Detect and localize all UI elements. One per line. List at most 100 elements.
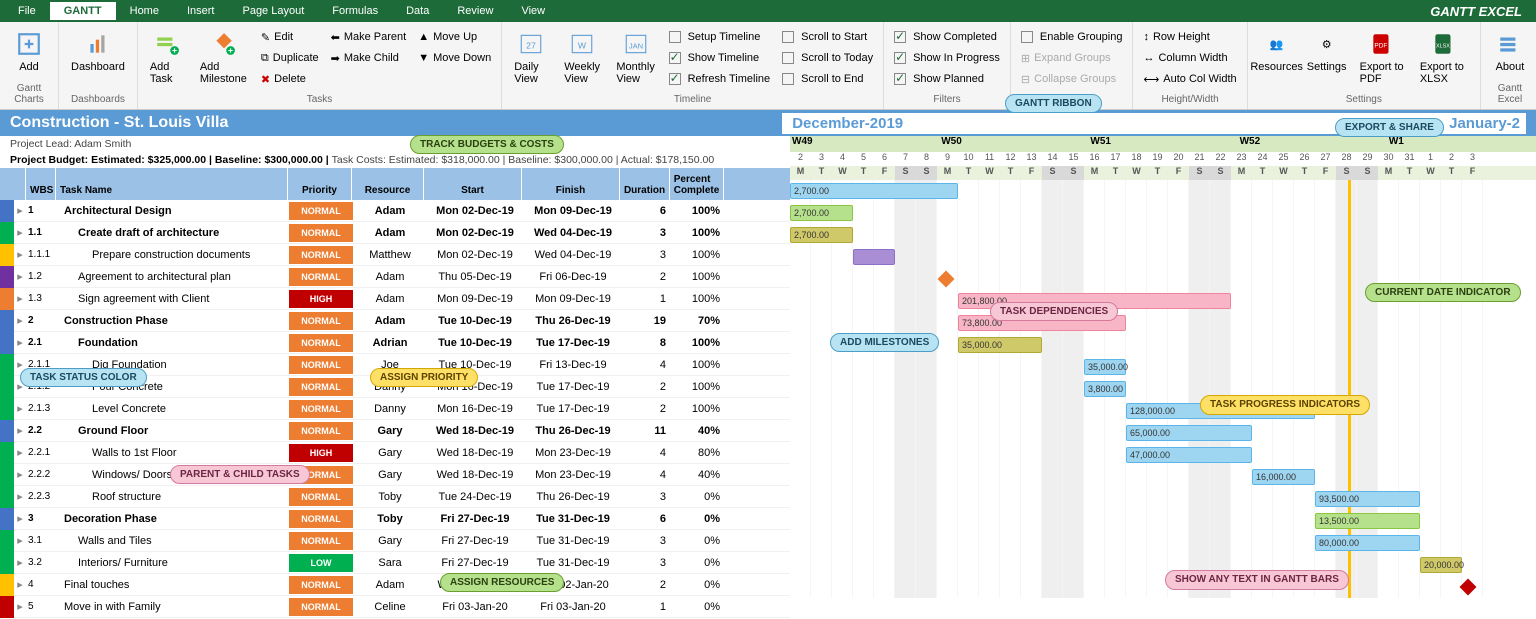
table-row[interactable]: ▸ 3.2 Interiors/ Furniture LOW Sara Fri …: [0, 552, 790, 574]
move-down-button[interactable]: ▼Move Down: [414, 48, 495, 68]
gantt-bar[interactable]: 35,000.00: [1084, 359, 1126, 375]
table-row[interactable]: ▸ 2.2.3 Roof structure NORMAL Toby Tue 2…: [0, 486, 790, 508]
table-row[interactable]: ▸ 5 Move in with Family NORMAL Celine Fr…: [0, 596, 790, 618]
gantt-bar[interactable]: 65,000.00: [1126, 425, 1252, 441]
down-icon: ▼: [418, 52, 429, 64]
checkbox-icon: [894, 73, 906, 85]
expand-groups-button[interactable]: ⊞Expand Groups: [1017, 48, 1127, 68]
gantt-bar[interactable]: 35,000.00: [958, 337, 1042, 353]
svg-text:PDF: PDF: [1374, 42, 1387, 49]
calendar-day-icon: 27: [516, 29, 546, 59]
height-icon: ↕: [1143, 31, 1149, 43]
refresh-timeline-button[interactable]: Refresh Timeline: [665, 69, 775, 89]
gantt-bar[interactable]: 80,000.00: [1315, 535, 1420, 551]
setup-timeline-button[interactable]: Setup Timeline: [665, 27, 775, 47]
add-milestone-button[interactable]: Add Milestone: [194, 27, 253, 87]
gantt-bar[interactable]: 20,000.00: [1420, 557, 1462, 573]
gantt-bar[interactable]: 93,500.00: [1315, 491, 1420, 507]
scroll-end-button[interactable]: Scroll to End: [778, 69, 877, 89]
table-row[interactable]: ▸ 1 Architectural Design NORMAL Adam Mon…: [0, 200, 790, 222]
table-row[interactable]: ▸ 2.1 Foundation NORMAL Adrian Tue 10-De…: [0, 332, 790, 354]
row-height-button[interactable]: ↕Row Height: [1139, 27, 1240, 47]
add-button[interactable]: Add: [6, 27, 52, 75]
table-row[interactable]: ▸ 3.1 Walls and Tiles NORMAL Gary Fri 27…: [0, 530, 790, 552]
gantt-background: [790, 180, 1536, 598]
monthly-view-button[interactable]: JANMonthly View: [611, 27, 661, 87]
collapse-groups-button[interactable]: ⊟Collapse Groups: [1017, 69, 1127, 89]
daily-view-button[interactable]: 27Daily View: [508, 27, 554, 87]
table-row[interactable]: ▸ 1.1.1 Prepare construction documents N…: [0, 244, 790, 266]
gantt-bar[interactable]: 2,700.00: [790, 183, 958, 199]
menu-gantt[interactable]: GANTT: [50, 2, 116, 20]
week-header: W49W50W51W52W1: [790, 136, 1536, 152]
checkbox-icon: [894, 31, 906, 43]
dashboard-button[interactable]: Dashboard: [65, 27, 131, 75]
table-row[interactable]: ▸ 2 Construction Phase NORMAL Adam Tue 1…: [0, 310, 790, 332]
menu-formulas[interactable]: Formulas: [318, 2, 392, 20]
project-budget: Project Budget: Estimated: $325,000.00 |…: [0, 152, 790, 168]
menu-review[interactable]: Review: [443, 2, 507, 20]
calendar-week-icon: W: [567, 29, 597, 59]
table-row[interactable]: ▸ 2.1.3 Level Concrete NORMAL Danny Mon …: [0, 398, 790, 420]
make-parent-button[interactable]: ⬅Make Parent: [327, 27, 411, 47]
table-row[interactable]: ▸ 3 Decoration Phase NORMAL Toby Fri 27-…: [0, 508, 790, 530]
duplicate-button[interactable]: ⧉Duplicate: [257, 48, 323, 68]
callout-current-date: CURRENT DATE INDICATOR: [1365, 283, 1521, 302]
menu-view[interactable]: View: [507, 2, 559, 20]
gantt-bar[interactable]: 47,000.00: [1126, 447, 1252, 463]
gantt-area[interactable]: 2,700.002,700.002,700.00201,800.0073,800…: [790, 180, 1536, 598]
svg-text:27: 27: [526, 40, 536, 50]
show-completed-checkbox[interactable]: Show Completed: [890, 27, 1004, 47]
show-planned-checkbox[interactable]: Show Planned: [890, 69, 1004, 89]
table-row[interactable]: ▸ 2.2 Ground Floor NORMAL Gary Wed 18-De…: [0, 420, 790, 442]
about-button[interactable]: About: [1487, 27, 1533, 75]
gantt-bar[interactable]: 2,700.00: [790, 227, 853, 243]
child-icon: ➡: [331, 52, 340, 65]
scroll-today-button[interactable]: Scroll to Today: [778, 48, 877, 68]
gantt-bar[interactable]: [853, 249, 895, 265]
make-child-button[interactable]: ➡Make Child: [327, 48, 411, 68]
resources-button[interactable]: 👥Resources: [1254, 27, 1300, 75]
column-width-button[interactable]: ↔Column Width: [1139, 48, 1240, 68]
callout-gantt-ribbon: GANTT RIBBON: [1005, 94, 1102, 113]
auto-col-button[interactable]: ⟷Auto Col Width: [1139, 69, 1240, 89]
callout-task-status: TASK STATUS COLOR: [20, 368, 147, 387]
delete-button[interactable]: ✖Delete: [257, 69, 323, 89]
show-timeline-button[interactable]: Show Timeline: [665, 48, 775, 68]
menubar: File GANTT Home Insert Page Layout Formu…: [0, 0, 1536, 22]
svg-text:XLSX: XLSX: [1436, 43, 1450, 49]
table-row[interactable]: ▸ 2.2.1 Walls to 1st Floor HIGH Gary Wed…: [0, 442, 790, 464]
menu-home[interactable]: Home: [116, 2, 173, 20]
edit-button[interactable]: ✎Edit: [257, 27, 323, 47]
move-up-button[interactable]: ▲Move Up: [414, 27, 495, 47]
show-progress-checkbox[interactable]: Show In Progress: [890, 48, 1004, 68]
scroll-start-button[interactable]: Scroll to Start: [778, 27, 877, 47]
callout-assign-priority: ASSIGN PRIORITY: [370, 368, 478, 387]
menu-data[interactable]: Data: [392, 2, 443, 20]
gantt-bar[interactable]: 16,000.00: [1252, 469, 1315, 485]
checkbox-icon: [669, 31, 681, 43]
menu-file[interactable]: File: [4, 2, 50, 20]
table-row[interactable]: ▸ 4 Final touches NORMAL Adam Wed 01-Jan…: [0, 574, 790, 596]
add-task-button[interactable]: Add Task: [144, 27, 190, 87]
checkbox-icon: [782, 73, 794, 85]
project-lead: Project Lead: Adam Smith: [0, 136, 790, 152]
table-row[interactable]: ▸ 1.3 Sign agreement with Client HIGH Ad…: [0, 288, 790, 310]
enable-grouping-checkbox[interactable]: Enable Grouping: [1017, 27, 1127, 47]
callout-parent-child: PARENT & CHILD TASKS: [170, 465, 310, 484]
gantt-bar[interactable]: 2,700.00: [790, 205, 853, 221]
table-row[interactable]: ▸ 1.2 Agreement to architectural plan NO…: [0, 266, 790, 288]
gantt-bar[interactable]: 13,500.00: [1315, 513, 1420, 529]
weekly-view-button[interactable]: WWeekly View: [558, 27, 606, 87]
menu-pagelayout[interactable]: Page Layout: [228, 2, 318, 20]
settings-button[interactable]: ⚙Settings: [1304, 27, 1350, 75]
table-row[interactable]: ▸ 2.2.2 Windows/ Doors NORMAL Gary Wed 1…: [0, 464, 790, 486]
resources-icon: 👥: [1262, 29, 1292, 59]
table-row[interactable]: ▸ 1.1 Create draft of architecture NORMA…: [0, 222, 790, 244]
task-rows: ▸ 1 Architectural Design NORMAL Adam Mon…: [0, 200, 790, 618]
export-pdf-button[interactable]: PDFExport to PDF: [1354, 27, 1410, 87]
auto-icon: ⟷: [1143, 73, 1159, 86]
export-xlsx-button[interactable]: XLSXExport to XLSX: [1414, 27, 1474, 87]
gantt-bar[interactable]: 3,800.00: [1084, 381, 1126, 397]
menu-insert[interactable]: Insert: [173, 2, 229, 20]
